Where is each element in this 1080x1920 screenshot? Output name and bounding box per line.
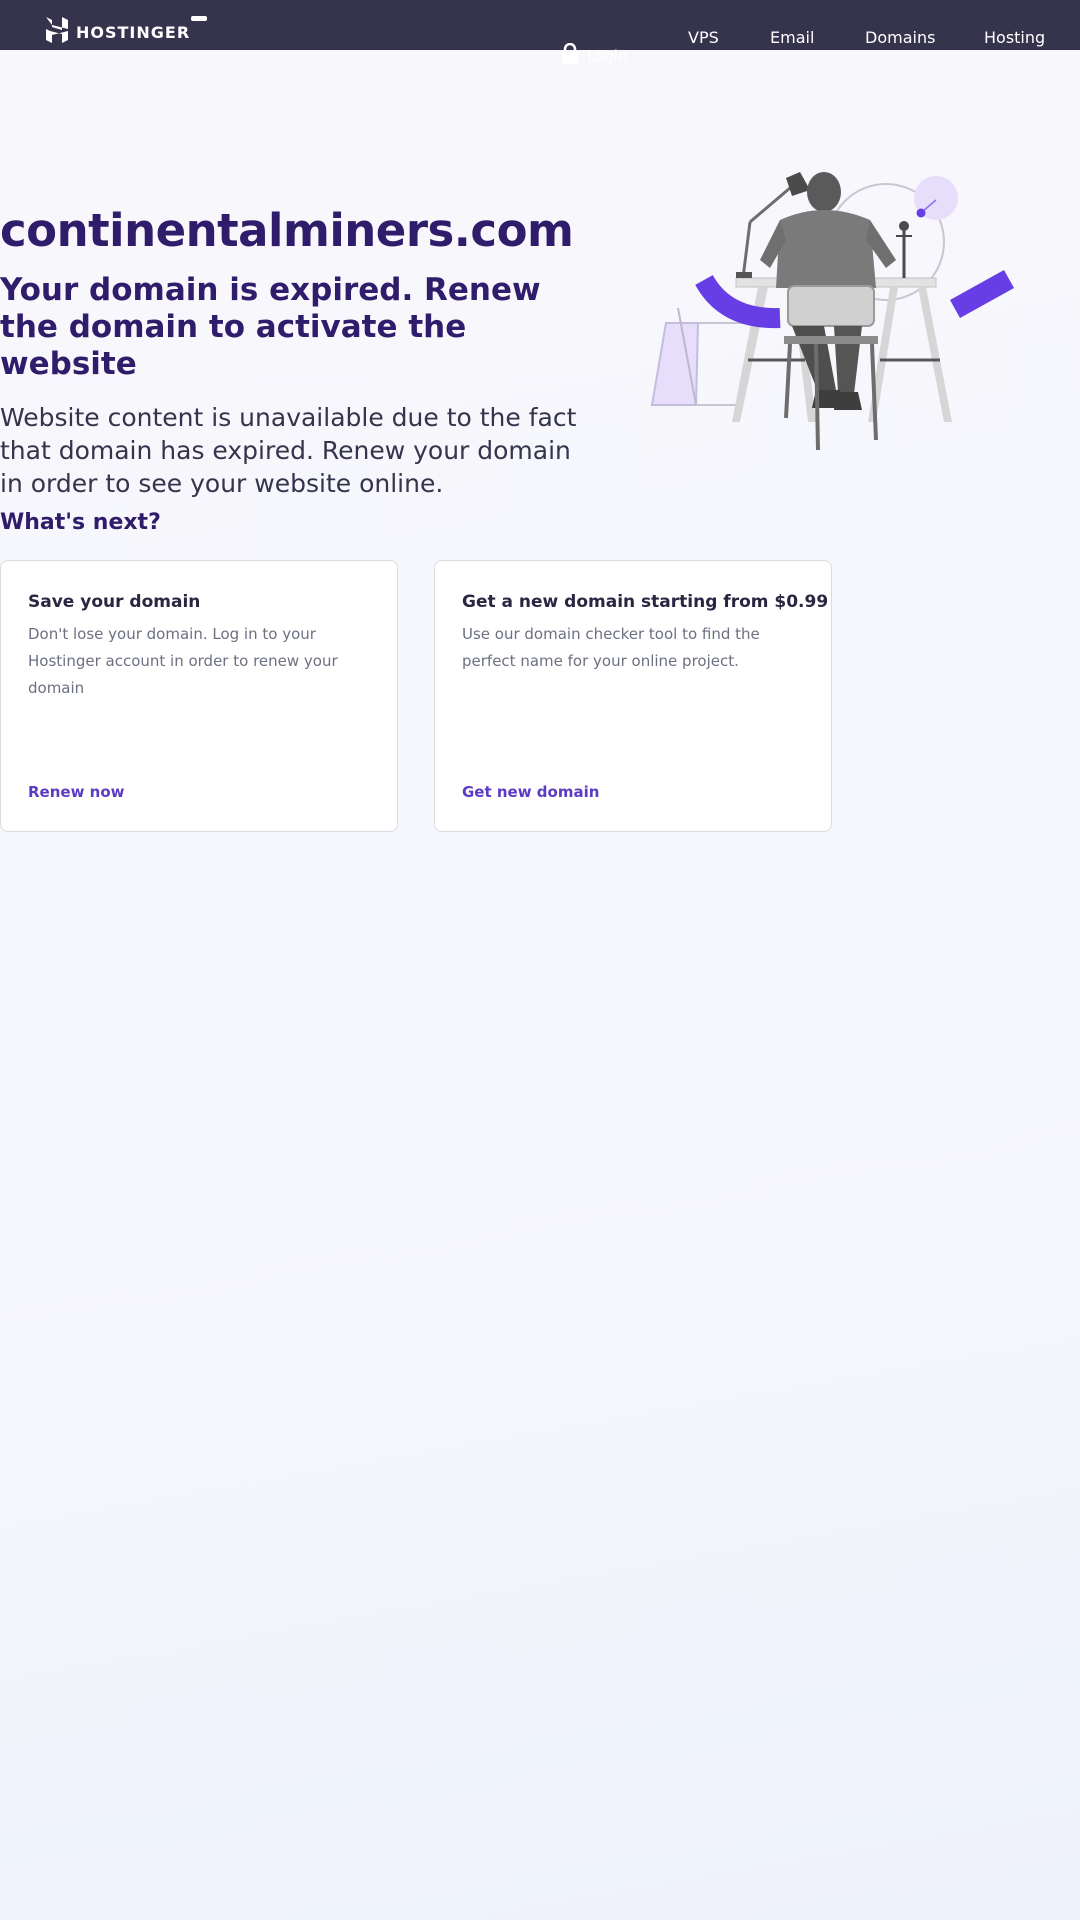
- login-label: Login: [587, 47, 628, 65]
- card-description: Use our domain checker tool to find the …: [462, 625, 760, 670]
- nav-item-domains[interactable]: Domains: [865, 28, 935, 47]
- nav-item-hosting[interactable]: Hosting: [984, 28, 1045, 47]
- nav-item-vps[interactable]: VPS: [688, 28, 719, 47]
- expired-subtitle: Your domain is expired. Renew the domain…: [0, 272, 541, 382]
- main-nav: VPS Email Domains Hosting: [0, 28, 1080, 50]
- whats-next-heading: What's next?: [0, 510, 161, 535]
- hero-illustration: [640, 160, 1020, 460]
- login-link[interactable]: Login: [561, 42, 628, 69]
- new-domain-card: Get a new domain starting from $0.99 Use…: [434, 560, 832, 832]
- domain-name-title: continentalminers.com: [0, 204, 574, 257]
- card-title: Save your domain: [28, 592, 201, 612]
- top-navigation-bar: HOSTINGER VPS Email Domains Hosting: [0, 0, 1080, 50]
- hero-section: continentalminers.com Your domain is exp…: [0, 200, 600, 500]
- save-domain-card: Save your domain Don't lose your domain.…: [0, 560, 398, 832]
- logo-badge: [191, 16, 207, 21]
- person-at-desk-illustration: [650, 172, 1014, 451]
- expired-description: Website content is unavailable due to th…: [0, 403, 577, 498]
- nav-item-email[interactable]: Email: [770, 28, 814, 47]
- card-description: Don't lose your domain. Log in to your H…: [28, 625, 338, 697]
- lock-icon: [561, 42, 579, 69]
- renew-now-link[interactable]: Renew now: [28, 783, 125, 801]
- get-new-domain-link[interactable]: Get new domain: [462, 783, 599, 801]
- card-title: Get a new domain starting from $0.99: [462, 592, 829, 612]
